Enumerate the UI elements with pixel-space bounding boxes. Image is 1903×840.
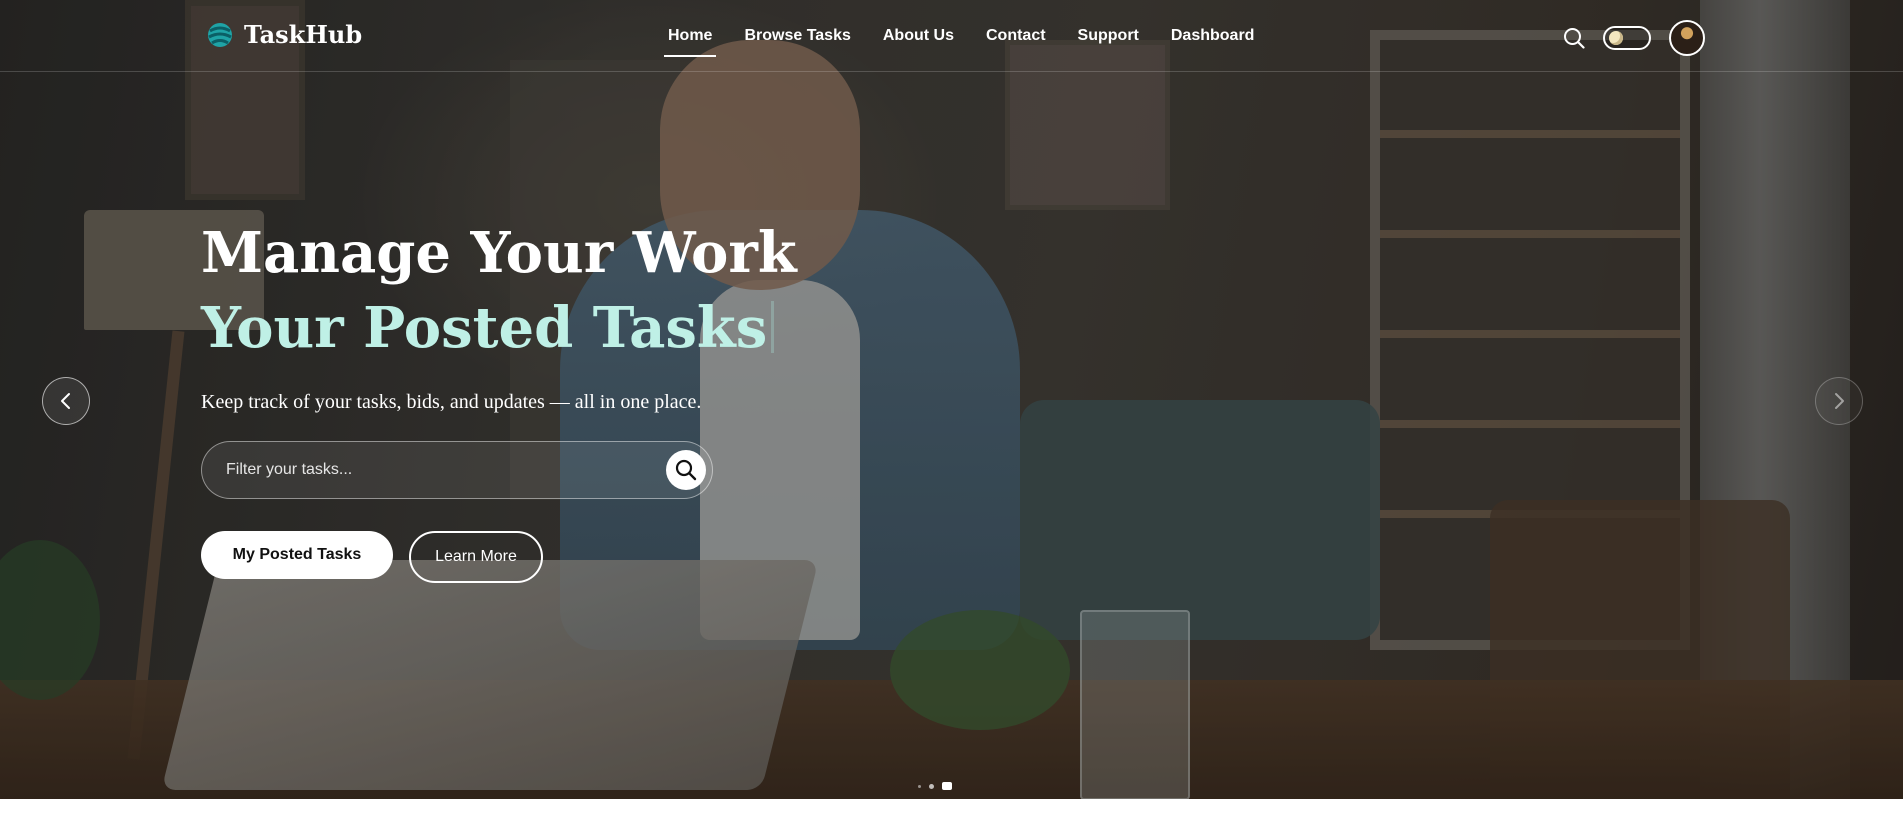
carousel-prev-button[interactable] [42,377,90,425]
globe-logo-icon [206,21,234,49]
search-button[interactable] [666,450,706,490]
carousel-dot-2[interactable] [929,783,934,789]
carousel-dot-3[interactable] [942,782,952,790]
my-posted-tasks-button[interactable]: My Posted Tasks [201,531,393,579]
brand[interactable]: TaskHub [206,20,362,49]
theme-toggle-icon [1609,31,1623,45]
search-icon [675,459,697,481]
nav-link-about-us[interactable]: About Us [883,27,954,45]
headline-typed: Your Posted Tasks [201,295,768,361]
search-bar [201,441,713,499]
nav-actions [1561,20,1705,56]
nav-link-browse-tasks[interactable]: Browse Tasks [744,27,850,45]
carousel-dots [918,782,952,790]
nav-link-home[interactable]: Home [663,27,717,57]
chevron-left-icon [61,393,70,409]
headline-static: Manage Your Work [201,220,797,286]
avatar[interactable] [1669,20,1705,56]
hero-headline: Manage Your Work Your Posted Tasks [201,216,901,366]
nav-link-support[interactable]: Support [1078,27,1139,45]
nav-link-contact[interactable]: Contact [986,27,1046,45]
carousel-next-button[interactable] [1815,377,1863,425]
carousel-dot-1[interactable] [918,784,921,788]
hero-subtitle: Keep track of your tasks, bids, and upda… [201,391,702,413]
search-input[interactable] [224,442,644,498]
theme-toggle[interactable] [1603,26,1651,50]
chevron-right-icon [1835,393,1844,409]
hero-section: TaskHub Home Browse Tasks About Us Conta… [0,0,1903,799]
typing-caret [771,301,775,353]
brand-name: TaskHub [244,20,363,49]
learn-more-button[interactable]: Learn More [409,531,543,583]
nav-links: Home Browse Tasks About Us Contact Suppo… [663,0,1286,72]
search-icon[interactable] [1561,25,1587,51]
nav-link-dashboard[interactable]: Dashboard [1171,27,1255,45]
navbar: TaskHub Home Browse Tasks About Us Conta… [0,0,1903,72]
